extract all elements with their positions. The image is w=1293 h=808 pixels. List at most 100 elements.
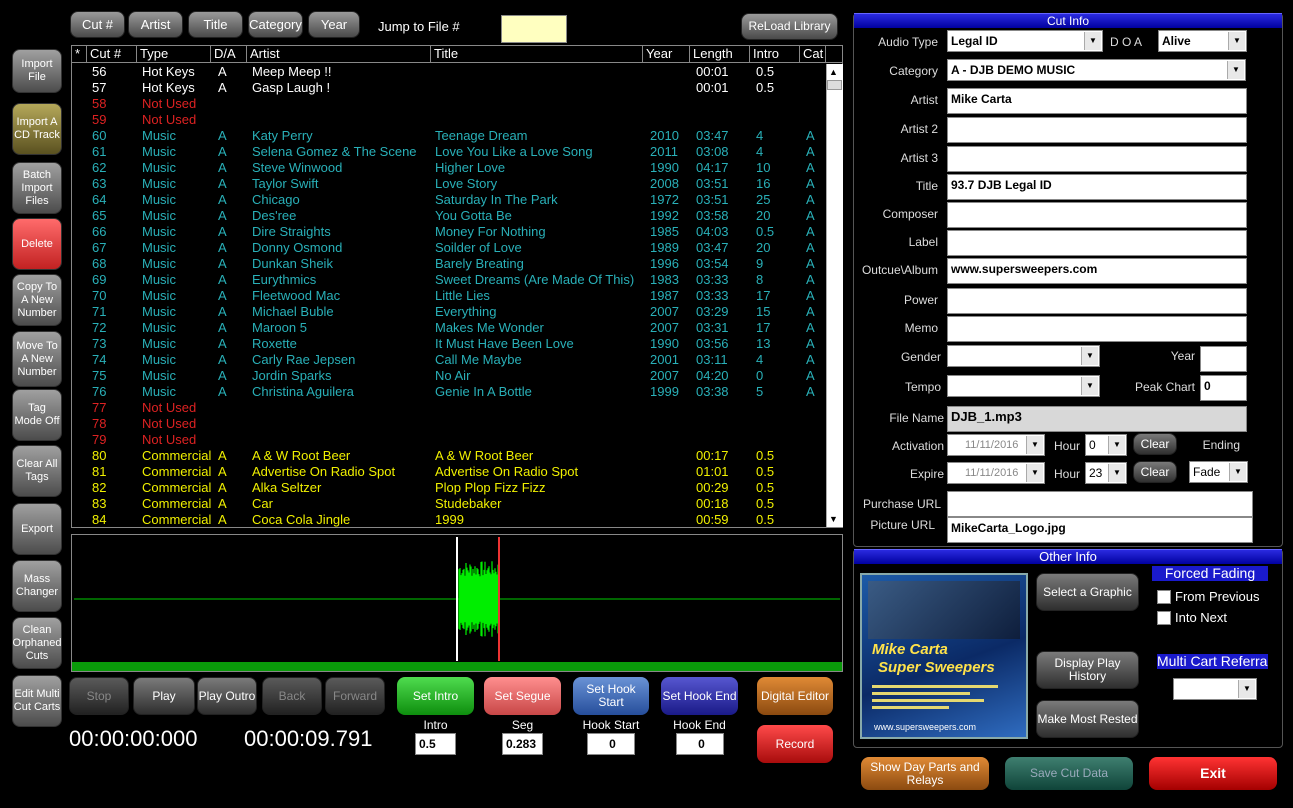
sort-artist-button[interactable]: Artist xyxy=(128,11,183,38)
waveform-panel[interactable] xyxy=(71,534,843,672)
multi-cart-select[interactable]: ▼ xyxy=(1173,678,1257,700)
table-row[interactable]: 59 Not Used xyxy=(74,112,826,128)
activation-hour-select[interactable]: 0 ▼ xyxy=(1085,434,1127,456)
delete-button[interactable]: Delete xyxy=(12,218,62,270)
table-row[interactable]: 63 Music A Taylor Swift Love Story 2008 03:51 1… xyxy=(74,176,826,192)
table-row[interactable]: 69 Music A Eurythmics Sweet Dreams (Are Made… xyxy=(74,272,826,288)
batch-import-button[interactable]: Batch Import Files xyxy=(12,162,62,214)
table-row[interactable]: 67 Music A Donny Osmond Soilder of Love 1989 0… xyxy=(74,240,826,256)
set-hook-start-button[interactable]: Set Hook Start xyxy=(573,677,649,715)
peak-chart-input[interactable]: 0 xyxy=(1200,375,1247,401)
table-row[interactable]: 57 Hot Keys A Gasp Laugh ! 00:01 0.5 xyxy=(74,80,826,96)
activation-clear-button[interactable]: Clear xyxy=(1133,433,1177,455)
set-hook-end-button[interactable]: Set Hook End xyxy=(661,677,738,715)
digital-editor-button[interactable]: Digital Editor xyxy=(757,677,833,715)
header-title[interactable]: Title xyxy=(431,46,643,62)
table-row[interactable]: 66 Music A Dire Straights Money For Nothing 1… xyxy=(74,224,826,240)
hook-start-input[interactable]: 0 xyxy=(587,733,635,755)
table-row[interactable]: 83 Commercial A Car Studebaker 00:18 0.5 xyxy=(74,496,826,512)
display-play-history-button[interactable]: Display Play History xyxy=(1036,651,1139,689)
set-segue-button[interactable]: Set Segue xyxy=(484,677,561,715)
header-artist[interactable]: Artist xyxy=(247,46,431,62)
back-button[interactable]: Back xyxy=(262,677,322,715)
header-type[interactable]: Type xyxy=(137,46,211,62)
header-star[interactable]: * xyxy=(72,46,87,62)
play-outro-button[interactable]: Play Outro xyxy=(197,677,257,715)
title-value-input[interactable]: 93.7 DJB Legal ID xyxy=(947,174,1247,200)
table-row[interactable]: 60 Music A Katy Perry Teenage Dream 2010 03:47… xyxy=(74,128,826,144)
sort-cut-button[interactable]: Cut # xyxy=(70,11,125,38)
table-row[interactable]: 82 Commercial A Alka Seltzer Plop Plop Fizz … xyxy=(74,480,826,496)
scroll-thumb[interactable] xyxy=(827,80,842,90)
move-to-new-number-button[interactable]: Move To A New Number xyxy=(12,331,62,387)
artist2-input[interactable] xyxy=(947,117,1247,143)
header-cat[interactable]: Cat xyxy=(800,46,826,62)
sort-category-button[interactable]: Category xyxy=(248,11,303,38)
table-row[interactable]: 62 Music A Steve Winwood Higher Love 1990 04:1… xyxy=(74,160,826,176)
jump-file-input[interactable] xyxy=(501,15,567,43)
header-cut[interactable]: Cut # xyxy=(87,46,137,62)
set-intro-button[interactable]: Set Intro xyxy=(397,677,474,715)
category-select[interactable]: A - DJB DEMO MUSIC ▼ xyxy=(947,59,1246,81)
table-row[interactable]: 58 Not Used xyxy=(74,96,826,112)
table-row[interactable]: 70 Music A Fleetwood Mac Little Lies 1987 03:3… xyxy=(74,288,826,304)
mass-changer-button[interactable]: Mass Changer xyxy=(12,560,62,612)
tempo-select[interactable]: ▼ xyxy=(947,375,1100,397)
outcue-input[interactable]: www.supersweepers.com xyxy=(947,258,1247,284)
table-row[interactable]: 71 Music A Michael Buble Everything 2007 03:29… xyxy=(74,304,826,320)
ending-select[interactable]: Fade ▼ xyxy=(1189,461,1248,483)
table-row[interactable]: 80 Commercial A A & W Root Beer A & W Root B… xyxy=(74,448,826,464)
table-row[interactable]: 64 Music A Chicago Saturday In The Park 1972 0… xyxy=(74,192,826,208)
select-graphic-button[interactable]: Select a Graphic xyxy=(1036,573,1139,611)
seg-input[interactable]: 0.283 xyxy=(502,733,543,755)
composer-input[interactable] xyxy=(947,202,1247,228)
stop-button[interactable]: Stop xyxy=(69,677,129,715)
year-input[interactable] xyxy=(1200,346,1247,372)
table-row[interactable]: 75 Music A Jordin Sparks No Air 2007 04:20 0 A xyxy=(74,368,826,384)
record-button[interactable]: Record xyxy=(757,725,833,763)
import-file-button[interactable]: Import File xyxy=(12,49,62,93)
artist3-input[interactable] xyxy=(947,146,1247,172)
picture-url-input[interactable]: MikeCarta_Logo.jpg xyxy=(947,517,1253,543)
table-row[interactable]: 61 Music A Selena Gomez & The Scene Love You… xyxy=(74,144,826,160)
clean-orphaned-cuts-button[interactable]: Clean Orphaned Cuts xyxy=(12,617,62,669)
table-row[interactable]: 56 Hot Keys A Meep Meep !! 00:01 0.5 xyxy=(74,64,826,80)
exit-button[interactable]: Exit xyxy=(1149,757,1277,790)
make-most-rested-button[interactable]: Make Most Rested xyxy=(1036,700,1139,738)
expire-date-picker[interactable]: 11/11/2016 ▼ xyxy=(947,462,1045,484)
sort-title-button[interactable]: Title xyxy=(188,11,243,38)
table-row[interactable]: 79 Not Used xyxy=(74,432,826,448)
import-cd-track-button[interactable]: Import A CD Track xyxy=(12,103,62,155)
from-previous-checkbox[interactable] xyxy=(1157,590,1171,604)
table-row[interactable]: 84 Commercial A Coca Cola Jingle 1999 00:59 0.… xyxy=(74,512,826,528)
label-input[interactable] xyxy=(947,230,1247,256)
header-length[interactable]: Length xyxy=(690,46,750,62)
table-row[interactable]: 68 Music A Dunkan Sheik Barely Breating 1996 0… xyxy=(74,256,826,272)
header-year[interactable]: Year xyxy=(643,46,690,62)
play-button[interactable]: Play xyxy=(133,677,195,715)
table-row[interactable]: 77 Not Used xyxy=(74,400,826,416)
scroll-down-icon[interactable]: ▼ xyxy=(829,514,838,524)
save-cut-data-button[interactable]: Save Cut Data xyxy=(1005,757,1133,790)
table-row[interactable]: 72 Music A Maroon 5 Makes Me Wonder 2007 03:31… xyxy=(74,320,826,336)
memo-input[interactable] xyxy=(947,316,1247,342)
table-row[interactable]: 76 Music A Christina Aguilera Genie In A Bot… xyxy=(74,384,826,400)
power-input[interactable] xyxy=(947,288,1247,314)
table-row[interactable]: 65 Music A Des'ree You Gotta Be 1992 03:58 20 A xyxy=(74,208,826,224)
into-next-checkbox[interactable] xyxy=(1157,611,1171,625)
expire-hour-select[interactable]: 23 ▼ xyxy=(1085,462,1127,484)
activation-date-picker[interactable]: 11/11/2016 ▼ xyxy=(947,434,1045,456)
table-row[interactable]: 81 Commercial A Advertise On Radio Spot Adve… xyxy=(74,464,826,480)
intro-input[interactable]: 0.5 xyxy=(415,733,456,755)
table-row[interactable]: 74 Music A Carly Rae Jepsen Call Me Maybe 200… xyxy=(74,352,826,368)
clear-all-tags-button[interactable]: Clear All Tags xyxy=(12,445,62,497)
header-da[interactable]: D/A xyxy=(211,46,247,62)
tag-mode-button[interactable]: Tag Mode Off xyxy=(12,389,62,441)
show-day-parts-button[interactable]: Show Day Parts and Relays xyxy=(861,757,989,790)
gender-select[interactable]: ▼ xyxy=(947,345,1100,367)
expire-clear-button[interactable]: Clear xyxy=(1133,461,1177,483)
edit-multi-cut-carts-button[interactable]: Edit Multi Cut Carts xyxy=(12,675,62,727)
sort-year-button[interactable]: Year xyxy=(308,11,360,38)
table-row[interactable]: 73 Music A Roxette It Must Have Been Love 199… xyxy=(74,336,826,352)
export-button[interactable]: Export xyxy=(12,503,62,555)
